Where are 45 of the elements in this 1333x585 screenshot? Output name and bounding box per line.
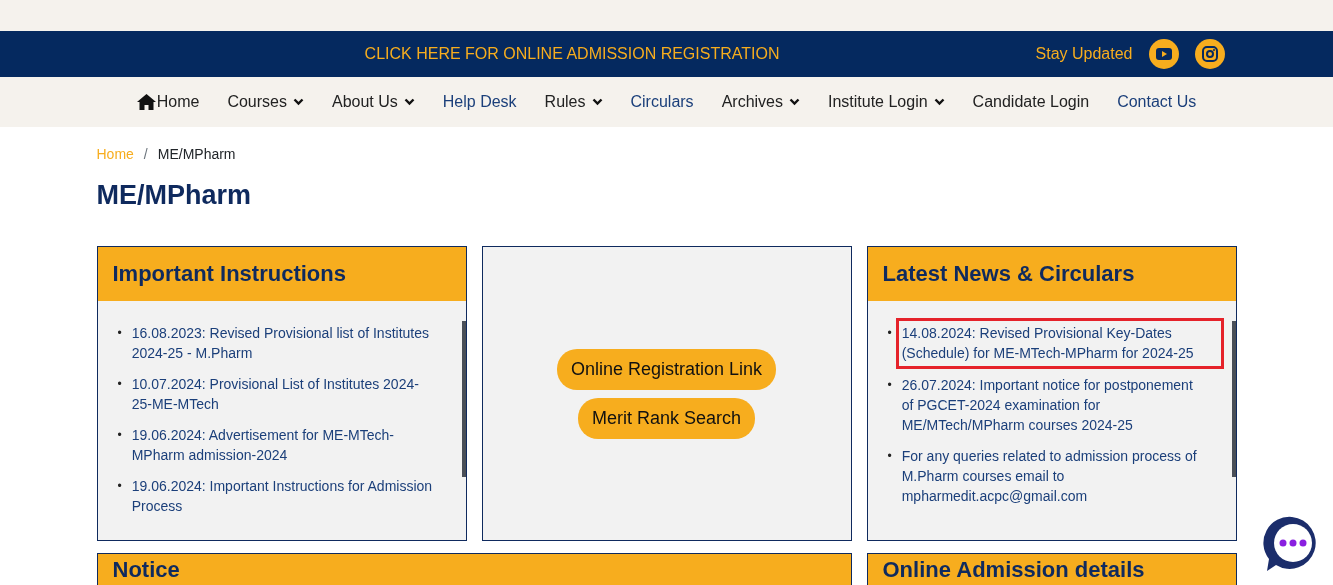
link-button[interactable]: Online Registration Link xyxy=(556,348,777,390)
nav-dropdown[interactable]: Courses xyxy=(213,90,318,114)
bullet: • xyxy=(887,448,892,466)
news-link[interactable]: 19.06.2024: Advertisement for ME-MTech-MPharm admission-2024 xyxy=(131,425,436,466)
nav-link[interactable]: Help Desk xyxy=(428,90,531,114)
scrollbar[interactable] xyxy=(1231,321,1236,478)
caret-icon xyxy=(403,98,415,106)
nav-link[interactable]: Candidate Login xyxy=(958,90,1104,114)
page-title: ME/MPharm xyxy=(96,179,253,212)
breadcrumb-separator: / xyxy=(142,146,149,162)
nav-dropdown[interactable]: Institute Login xyxy=(814,90,959,114)
card-title: Notice xyxy=(96,553,852,585)
nav-link[interactable]: Contact Us xyxy=(1103,90,1211,114)
camera-icon[interactable] xyxy=(1194,39,1225,69)
stay-updated-label: Stay Updated xyxy=(1035,44,1133,64)
home-icon xyxy=(136,94,156,110)
caret-icon xyxy=(292,98,304,106)
scrollbar[interactable] xyxy=(461,321,466,478)
nav-link[interactable]: Circulars xyxy=(616,90,708,114)
caret-icon xyxy=(933,98,945,106)
bullet: • xyxy=(117,427,122,445)
news-link[interactable]: 19.06.2024: Important Instructions for Admission Process xyxy=(131,476,436,517)
news-link[interactable]: 26.07.2024: Important notice for postponement of PGCET-2024 examination for ME/MTech/MPharm courses 2024-25 xyxy=(901,375,1206,436)
bullet: • xyxy=(887,325,892,343)
card-title: Online Admission details xyxy=(866,553,1237,585)
nav-link[interactable]: Home xyxy=(122,90,214,114)
card-title: Latest News & Circulars xyxy=(867,247,1236,302)
news-link[interactable]: 10.07.2024: Provisional List of Institutes 2024-25-ME-MTech xyxy=(131,374,436,415)
bullet: • xyxy=(117,478,122,496)
caret-icon xyxy=(591,98,603,106)
news-link[interactable]: 16.08.2023: Revised Provisional list of Institutes 2024-25 - M.Pharm xyxy=(131,323,436,364)
admission-registration-link[interactable]: CLICK HERE FOR ONLINE ADMISSION REGISTRATION xyxy=(364,45,780,62)
bullet: • xyxy=(117,325,122,343)
bullet: • xyxy=(887,377,892,395)
bullet: • xyxy=(117,376,122,394)
news-link[interactable]: 14.08.2024: Revised Provisional Key-Dates (Schedule) for ME-MTech-MPharm for 2024-25 xyxy=(901,323,1209,364)
breadcrumb-current: ME/MPharm xyxy=(157,146,236,162)
nav-dropdown[interactable]: Archives xyxy=(707,90,814,114)
caret-icon xyxy=(789,98,800,106)
nav-dropdown[interactable]: Rules xyxy=(530,90,617,114)
video-icon[interactable] xyxy=(1148,39,1179,69)
link-button[interactable]: Merit Rank Search xyxy=(577,397,756,439)
nav-dropdown[interactable]: About Us xyxy=(317,90,429,114)
card-title: Important Instructions xyxy=(97,247,466,302)
news-link[interactable]: For any queries related to admission process of M.Pharm courses email to mpharmedit.acpc@gmail.com xyxy=(901,446,1206,507)
